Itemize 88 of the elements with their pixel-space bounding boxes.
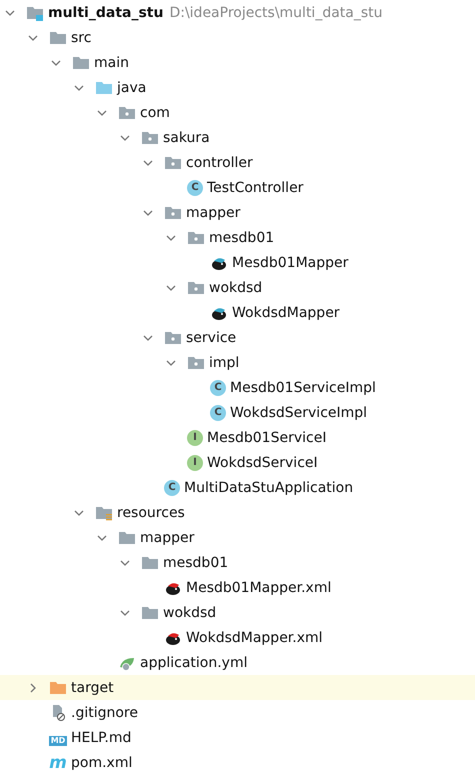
tree-row[interactable]: I WokdsdServiceI [0, 450, 475, 475]
package-icon [118, 104, 136, 120]
folder-icon [141, 604, 159, 620]
tree-row[interactable]: .gitignore [0, 700, 475, 725]
tree-row[interactable]: sakura [0, 125, 475, 150]
folder-icon [49, 30, 67, 46]
tree-row[interactable]: resources [0, 500, 475, 525]
package-icon [187, 354, 205, 370]
tree-row[interactable]: MD HELP.md [0, 725, 475, 750]
tree-row[interactable]: service [0, 325, 475, 350]
item-name: Mesdb01Mapper.xml [186, 580, 332, 596]
tree-row[interactable]: m pom.xml [0, 750, 475, 775]
tree-row[interactable]: mapper [0, 200, 475, 225]
item-name: main [94, 54, 129, 70]
item-name: WokdsdServiceImpl [230, 404, 368, 420]
class-icon: C [187, 180, 203, 196]
item-name: wokdsd [163, 604, 216, 620]
item-name: application.yml [140, 654, 248, 670]
tree-row[interactable]: C MultiDataStuApplication [0, 475, 475, 500]
tree-row[interactable]: src [0, 25, 475, 50]
maven-icon: m [49, 754, 67, 770]
item-name: pom.xml [71, 754, 132, 770]
tree-row[interactable]: com [0, 100, 475, 125]
package-icon [164, 330, 182, 346]
item-name: Mesdb01Mapper [232, 254, 348, 270]
tree-row[interactable]: multi_data_stu D:\ideaProjects\multi_data_stu [0, 0, 475, 25]
item-name: mapper [186, 204, 240, 220]
folder-icon [118, 530, 136, 546]
item-name: src [71, 30, 92, 46]
folder-icon [72, 54, 90, 70]
tree-row[interactable]: application.yml [0, 650, 475, 675]
item-name: controller [186, 154, 253, 170]
folder-icon [95, 504, 113, 520]
item-name: service [186, 330, 236, 346]
tree-row[interactable]: WokdsdMapper.xml [0, 625, 475, 650]
tree-row[interactable]: Mesdb01Mapper [0, 250, 475, 275]
tree-row[interactable]: impl [0, 350, 475, 375]
tree-row[interactable]: controller [0, 150, 475, 175]
tree-row[interactable]: target [0, 675, 475, 700]
folder-icon [26, 4, 44, 20]
item-name: HELP.md [71, 730, 132, 746]
item-name: com [140, 104, 170, 120]
class-icon: C [164, 480, 180, 496]
interface-icon: I [187, 430, 203, 446]
interface-icon: I [187, 454, 203, 470]
markdown-icon: MD [49, 736, 67, 746]
item-name: sakura [163, 130, 210, 146]
tree-row[interactable]: WokdsdMapper [0, 300, 475, 325]
item-name: WokdsdMapper [232, 304, 340, 320]
tree-row[interactable]: java [0, 75, 475, 100]
item-name: WokdsdMapper.xml [186, 630, 323, 646]
tree-row[interactable]: wokdsd [0, 600, 475, 625]
item-name: multi_data_stu [48, 4, 164, 20]
item-name: .gitignore [71, 704, 138, 720]
item-name: Mesdb01ServiceImpl [230, 380, 376, 396]
item-name: mapper [140, 530, 194, 546]
folder-icon [49, 680, 67, 696]
tree-row[interactable]: Mesdb01Mapper.xml [0, 575, 475, 600]
tree-row[interactable]: C Mesdb01ServiceImpl [0, 375, 475, 400]
item-name: MultiDataStuApplication [184, 480, 354, 496]
tree-row[interactable]: mesdb01 [0, 225, 475, 250]
item-name: java [117, 80, 146, 96]
tree-row[interactable]: wokdsd [0, 275, 475, 300]
class-icon: C [210, 380, 226, 396]
folder-icon [141, 554, 159, 570]
package-icon [187, 280, 205, 296]
package-icon [164, 204, 182, 220]
package-icon [141, 130, 159, 146]
tree-row[interactable]: C WokdsdServiceImpl [0, 400, 475, 425]
tree-row[interactable]: C TestController [0, 175, 475, 200]
package-icon [187, 230, 205, 246]
tree-row[interactable]: mesdb01 [0, 550, 475, 575]
item-name: TestController [207, 180, 304, 196]
tree-row[interactable]: mapper [0, 525, 475, 550]
class-icon: C [210, 404, 226, 420]
item-name: mesdb01 [209, 230, 274, 246]
item-name: target [71, 680, 114, 696]
tree-row[interactable]: I Mesdb01ServiceI [0, 425, 475, 450]
tree-row[interactable]: main [0, 50, 475, 75]
item-name: resources [117, 504, 185, 520]
package-icon [164, 154, 182, 170]
folder-icon [95, 80, 113, 96]
project-path: D:\ideaProjects\multi_data_stu [169, 4, 383, 20]
item-name: wokdsd [209, 280, 262, 296]
item-name: mesdb01 [163, 554, 228, 570]
item-name: Mesdb01ServiceI [207, 430, 326, 446]
item-name: WokdsdServiceI [207, 454, 318, 470]
item-name: impl [209, 354, 240, 370]
